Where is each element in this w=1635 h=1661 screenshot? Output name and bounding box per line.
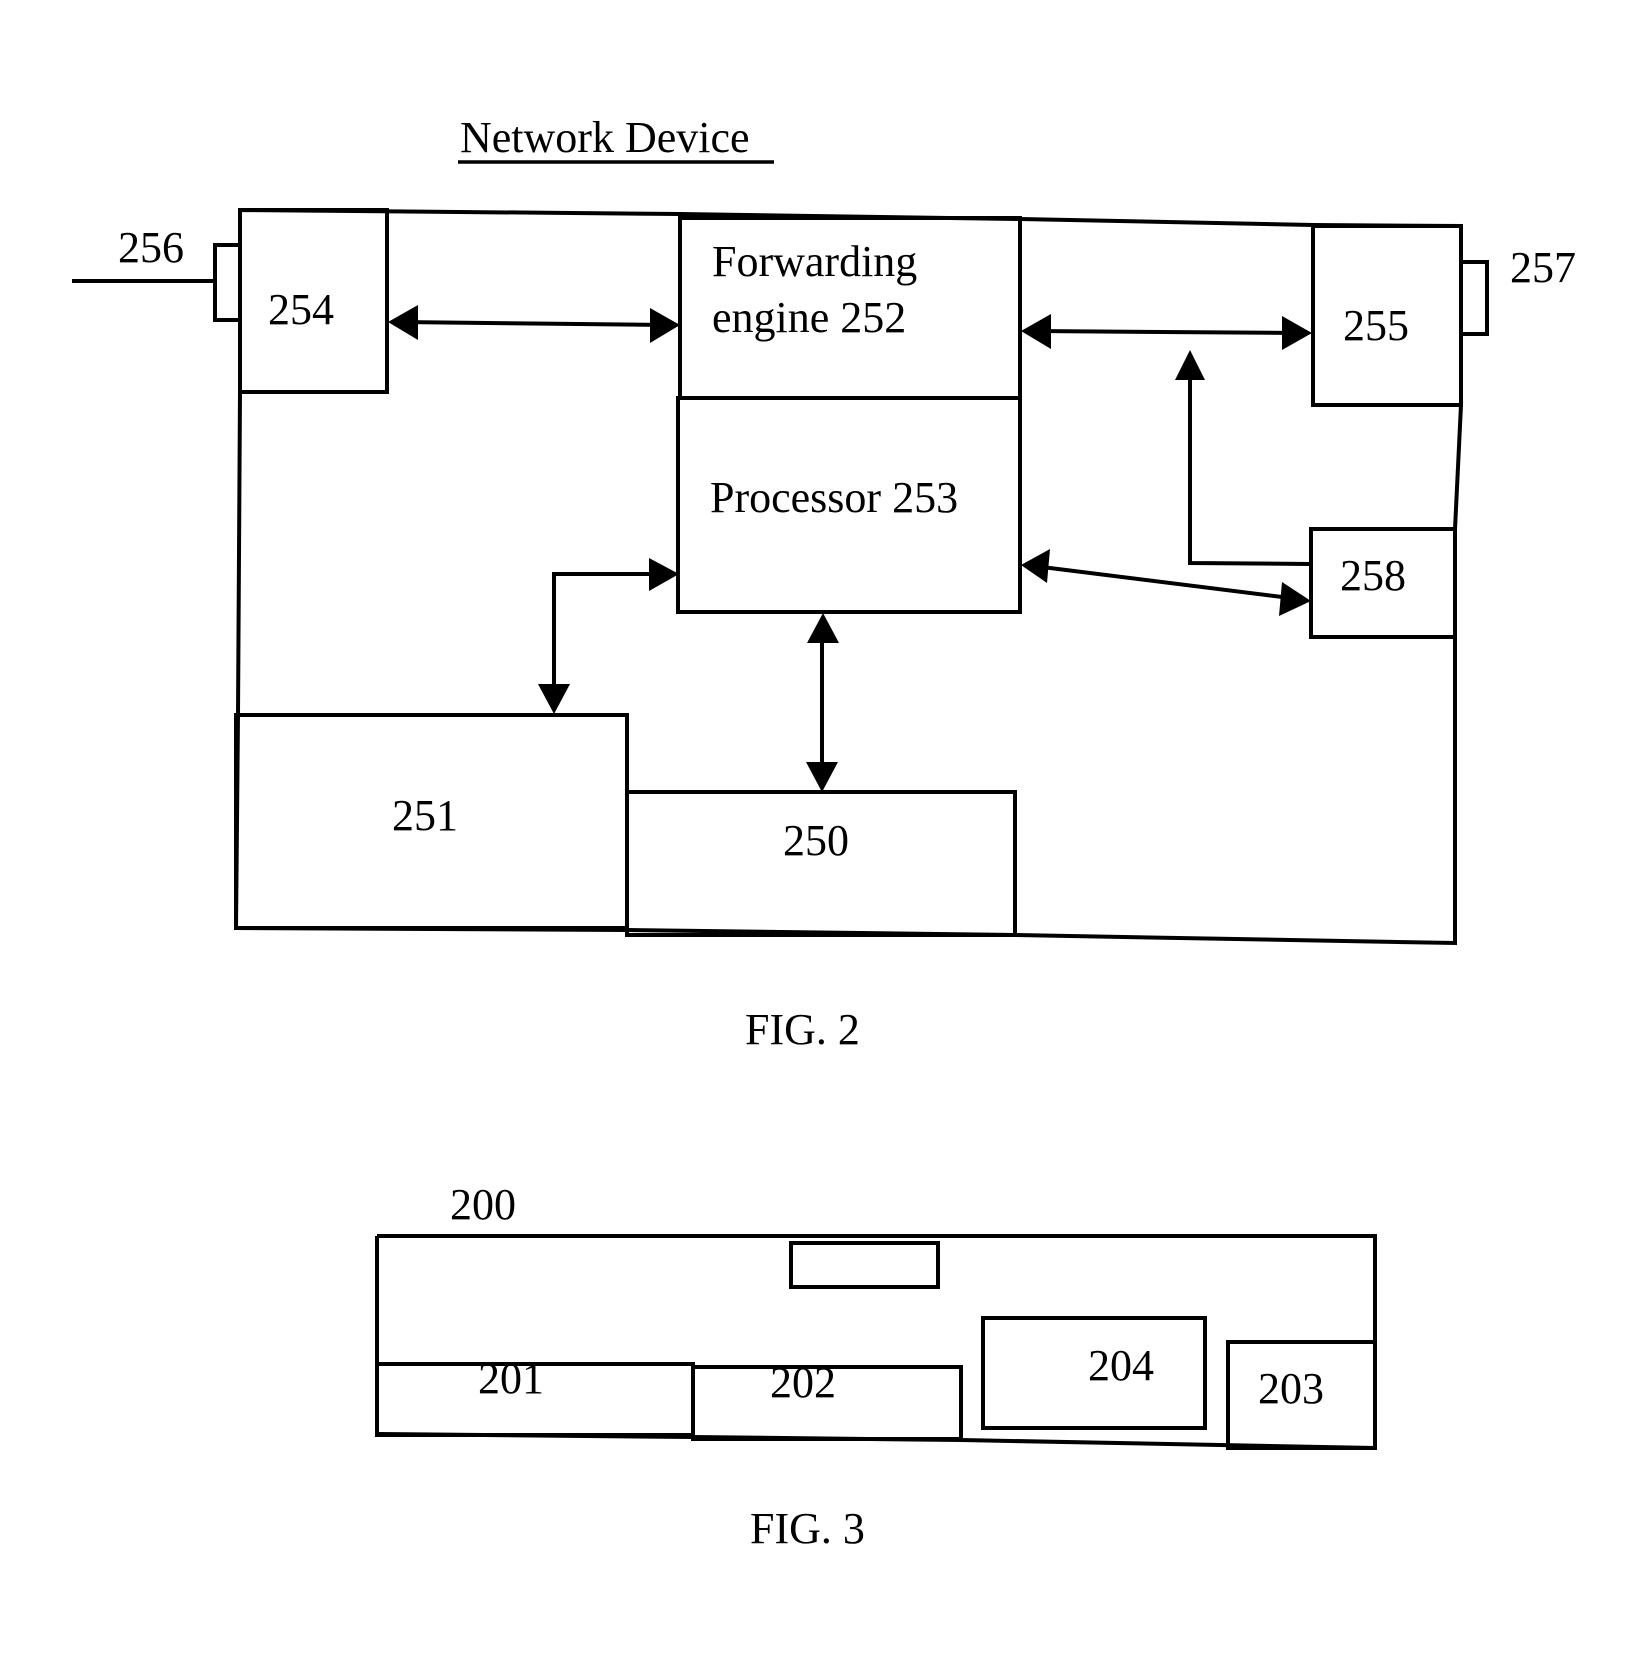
block-201-label: 201 <box>478 1354 544 1403</box>
block-250-label: 250 <box>783 816 849 865</box>
fig2-title: Network Device <box>460 113 750 162</box>
block-258-label: 258 <box>1340 551 1406 600</box>
block-252-line2: engine 252 <box>712 293 906 342</box>
block-203-label: 203 <box>1258 1364 1324 1413</box>
block-251-label: 251 <box>392 791 458 840</box>
arrow-254-252 <box>388 305 680 343</box>
port-257-label: 257 <box>1510 243 1576 292</box>
block-202-label: 202 <box>770 1358 836 1407</box>
arrow-253-251 <box>538 558 679 714</box>
arrow-258-to-link <box>1175 350 1312 566</box>
fig3-caption: FIG. 3 <box>750 1504 865 1553</box>
fig2: Network Device 254 256 Forwarding engine… <box>72 113 1576 1054</box>
container-200-slot <box>789 1241 940 1289</box>
block-204-label: 204 <box>1088 1341 1154 1390</box>
container-200-label: 200 <box>450 1180 516 1229</box>
container-200 <box>375 1234 1377 1451</box>
patent-figures: Network Device 254 256 Forwarding engine… <box>72 113 1576 1553</box>
fig3: 200 201 202 204 203 FIG. 3 <box>375 1180 1377 1553</box>
block-254-label: 254 <box>268 285 334 334</box>
block-255-label: 255 <box>1343 301 1409 350</box>
fig2-caption: FIG. 2 <box>745 1005 860 1054</box>
block-252-line1: Forwarding <box>712 237 917 286</box>
port-257: 257 <box>1459 243 1576 336</box>
arrow-253-250 <box>806 613 839 792</box>
arrow-252-255 <box>1021 314 1312 350</box>
arrow-253-258 <box>1021 549 1311 616</box>
port-256: 256 <box>72 223 242 322</box>
block-253-label: Processor 253 <box>710 473 958 522</box>
port-256-label: 256 <box>118 223 184 272</box>
